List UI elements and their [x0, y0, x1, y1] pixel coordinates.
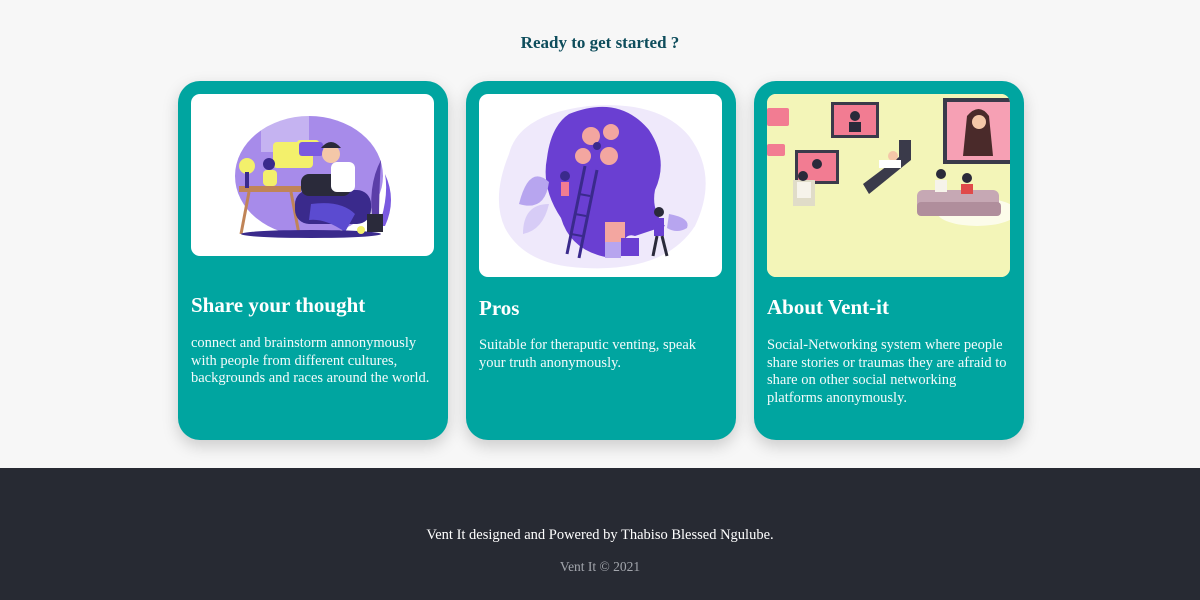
footer-credit: Vent It designed and Powered by Thabiso … — [426, 527, 774, 543]
card-description: connect and brainstorm annonymously with… — [191, 335, 430, 386]
card-title: Pros — [479, 296, 520, 320]
social-network-illustration — [767, 94, 1010, 277]
card-about: About Vent-it Social-Networking system w… — [754, 81, 1024, 440]
card-title: About Vent-it — [767, 295, 889, 319]
footer: Vent It designed and Powered by Thabiso … — [0, 468, 1200, 600]
brain-puzzle-illustration — [479, 94, 722, 277]
card-share-thought: Share your thought connect and brainstor… — [178, 81, 448, 440]
card-description: Suitable for theraputic venting, speak y… — [479, 337, 697, 371]
person-relaxing-illustration — [191, 94, 434, 256]
card-title: Share your thought — [191, 293, 366, 317]
footer-copyright: Vent It © 2021 — [559, 559, 641, 574]
section-heading: Ready to get started ? — [520, 33, 680, 52]
card-pros: Pros Suitable for theraputic venting, sp… — [466, 81, 736, 440]
card-description: Social-Networking system where people sh… — [767, 337, 1007, 406]
